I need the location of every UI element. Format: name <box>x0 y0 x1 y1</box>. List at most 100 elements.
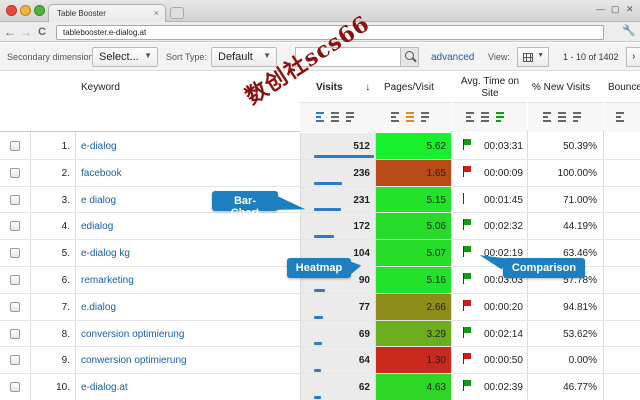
pages-visit-heat-cell: 5.62 <box>376 133 451 159</box>
secondary-dimension-label: Secondary dimension: <box>7 52 97 62</box>
minimize-window-icon[interactable] <box>20 5 31 16</box>
row-checkbox[interactable] <box>10 141 20 151</box>
maximize-window-icon[interactable] <box>34 5 45 16</box>
comparison-flag-icon <box>463 299 471 311</box>
avg-time-value: 00:00:50 <box>484 355 523 367</box>
compare-icon[interactable] <box>421 112 431 122</box>
visits-cell: 236 <box>301 159 375 186</box>
visits-value: 172 <box>353 221 370 233</box>
align-left-icon[interactable] <box>543 112 553 122</box>
visits-bar <box>314 235 334 239</box>
visits-bar <box>314 154 374 158</box>
pages-visit-heat-cell: 5.16 <box>376 267 451 293</box>
avg-time-value: 00:02:14 <box>484 328 523 340</box>
visits-bar <box>314 315 323 319</box>
new-visits-value: 100.00% <box>557 167 597 179</box>
avg-time-value: 00:01:45 <box>484 194 523 206</box>
pages-visit-value: 2.66 <box>426 301 446 313</box>
visits-value: 104 <box>353 248 370 260</box>
visits-cell: 77 <box>301 293 375 320</box>
row-number: 4. <box>61 221 70 233</box>
keyword-link[interactable]: e dialog <box>81 195 116 206</box>
window-restore-icon[interactable]: ▢ <box>611 4 620 15</box>
keyword-header[interactable]: Keyword <box>81 82 120 112</box>
table-row: 9. conwersion optimierung 64 1.30 00:00:50 0.… <box>0 347 640 375</box>
keyword-link[interactable]: e-dialog <box>81 141 117 152</box>
row-checkbox[interactable] <box>10 382 20 393</box>
align-left-icon[interactable] <box>316 112 326 122</box>
table-row: 3. e dialog 231 5.15 00:01:45 71.00% <box>0 186 640 214</box>
heatmap-toggle-icon[interactable] <box>406 112 416 122</box>
reload-button[interactable]: C <box>38 24 46 40</box>
advanced-link[interactable]: advanced <box>431 52 474 63</box>
visits-cell: 512 <box>301 133 375 159</box>
keyword-link[interactable]: remarketing <box>81 275 134 286</box>
chevron-down-icon: ▼ <box>263 51 271 60</box>
align-left-icon[interactable] <box>616 112 626 122</box>
pages-visit-heat-cell: 1.65 <box>376 159 451 186</box>
row-checkbox[interactable] <box>10 328 20 339</box>
keyword-link[interactable]: e-dialog kg <box>81 248 130 259</box>
column-display-options <box>466 112 506 122</box>
row-number: 6. <box>61 275 70 286</box>
new-visits-value: 44.19% <box>563 221 597 233</box>
column-display-options <box>316 112 356 122</box>
align-left-icon[interactable] <box>391 112 401 122</box>
avg-time-header-line2: Site <box>481 88 499 99</box>
search-icon[interactable] <box>400 48 418 66</box>
keyword-link[interactable]: conwersion optimierung <box>81 355 187 366</box>
pages-visit-value: 5.62 <box>426 141 446 152</box>
tab-close-icon[interactable]: × <box>154 8 159 18</box>
new-visits-value: 94.81% <box>563 301 597 313</box>
new-visits-value: 71.00% <box>563 194 597 206</box>
comparison-flag-icon <box>463 139 471 150</box>
keyword-link[interactable]: facebook <box>81 168 122 179</box>
keyword-link[interactable]: e-dialog.at <box>81 382 128 393</box>
compare-icon[interactable] <box>573 112 583 122</box>
row-number: 9. <box>61 355 70 367</box>
wrench-icon[interactable]: 🔧 <box>622 24 636 37</box>
heatmap-toggle-icon[interactable] <box>558 112 568 122</box>
row-checkbox[interactable] <box>10 194 20 205</box>
heatmap-toggle-icon[interactable] <box>331 112 341 122</box>
chevron-down-icon: ▼ <box>144 51 152 60</box>
window-minimize-icon[interactable]: — <box>596 4 605 14</box>
comparison-flag-icon <box>463 192 471 204</box>
table-row: 4. edialog 172 5.06 00:02:32 44.19% <box>0 213 640 241</box>
keyword-link[interactable]: e.dialog <box>81 302 116 313</box>
keyword-link[interactable]: conversion optimierung <box>81 329 184 340</box>
row-checkbox[interactable] <box>10 221 20 232</box>
visits-cell: 231 <box>301 186 375 213</box>
keyword-link[interactable]: edialog <box>81 221 113 232</box>
secondary-dimension-select[interactable]: Select... ▼ <box>92 47 158 67</box>
avg-time-value: 00:03:31 <box>484 141 523 152</box>
pages-visit-value: 5.07 <box>426 248 446 260</box>
pages-visit-value: 3.29 <box>426 328 446 340</box>
compare-icon[interactable] <box>496 112 506 122</box>
table-row: 2. facebook 236 1.65 00:00:09 100.00% <box>0 159 640 187</box>
table-row: 7. e.dialog 77 2.66 00:00:20 94.81% <box>0 293 640 321</box>
pages-visit-value: 1.65 <box>426 167 446 179</box>
pages-visit-heat-cell: 3.29 <box>376 320 451 347</box>
row-checkbox[interactable] <box>10 355 20 366</box>
row-checkbox[interactable] <box>10 301 20 312</box>
align-left-icon[interactable] <box>466 112 476 122</box>
new-visits-value: 0.00% <box>568 355 597 367</box>
comparison-flag-icon <box>463 165 471 177</box>
window-close-icon[interactable]: ✕ <box>626 4 634 15</box>
heatmap-toggle-icon[interactable] <box>481 112 491 122</box>
close-window-icon[interactable] <box>6 5 17 16</box>
browser-tab[interactable]: Table Booster × <box>48 4 166 22</box>
column-display-options <box>543 112 583 122</box>
row-checkbox[interactable] <box>10 167 20 178</box>
compare-icon[interactable] <box>346 112 356 122</box>
view-select[interactable]: ▼ <box>517 47 549 67</box>
forward-button[interactable]: → <box>20 24 32 40</box>
back-button[interactable]: ← <box>4 24 16 40</box>
new-tab-button[interactable] <box>170 7 184 19</box>
comparison-flag-icon <box>463 326 471 338</box>
row-checkbox[interactable] <box>10 275 20 285</box>
row-checkbox[interactable] <box>10 248 20 259</box>
next-page-button[interactable]: › <box>626 47 640 67</box>
row-number: 1. <box>61 141 70 152</box>
